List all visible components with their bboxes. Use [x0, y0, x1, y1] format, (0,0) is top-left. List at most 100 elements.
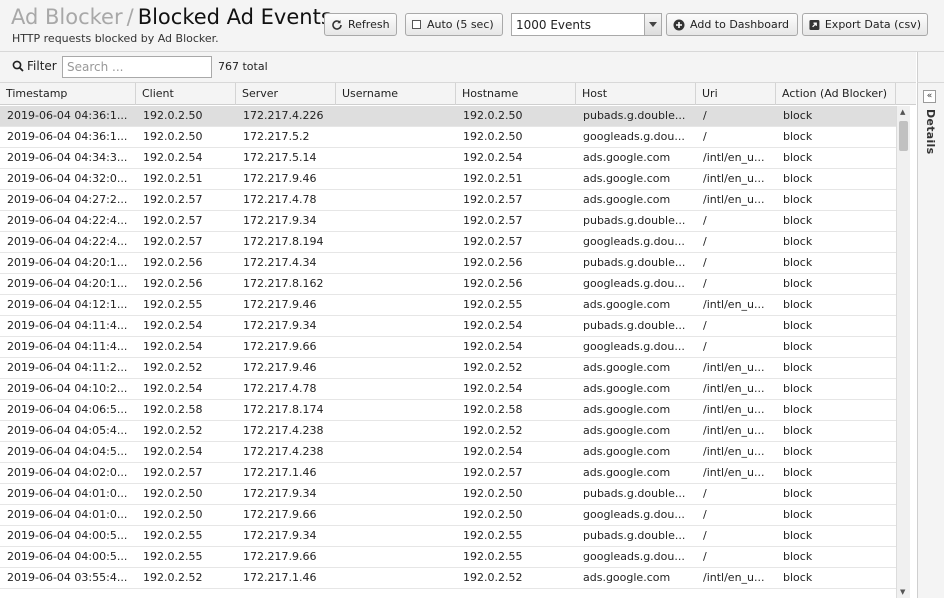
- cell-hostname: 192.0.2.54: [463, 382, 523, 395]
- export-csv-button[interactable]: Export Data (csv): [802, 13, 928, 36]
- table-row[interactable]: 2019-06-04 04:11:4... 192.0.2.54 172.217.9…: [0, 337, 896, 358]
- cell-timestamp: 2019-06-04 04:12:1...: [7, 298, 128, 311]
- scroll-up-icon[interactable]: ▲: [900, 108, 905, 116]
- table-row[interactable]: 2019-06-04 04:12:1... 192.0.2.55 172.217.9…: [0, 295, 896, 316]
- cell-host: pubads.g.double...: [583, 109, 686, 122]
- column-header-uri[interactable]: Uri: [696, 83, 776, 105]
- column-header-timestamp[interactable]: Timestamp: [0, 83, 136, 105]
- table-row[interactable]: 2019-06-04 04:36:1... 192.0.2.50 172.217.5…: [0, 127, 896, 148]
- cell-username: [336, 316, 456, 336]
- cell-uri: /: [703, 319, 707, 332]
- cell-hostname: 192.0.2.57: [463, 235, 523, 248]
- cell-client: 192.0.2.54: [143, 445, 203, 458]
- table-row[interactable]: 2019-06-04 04:01:0... 192.0.2.50 172.217.9…: [0, 505, 896, 526]
- grid-body: 2019-06-04 04:36:1... 192.0.2.50 172.217.4…: [0, 106, 896, 598]
- table-row[interactable]: 2019-06-04 04:11:2... 192.0.2.52 172.217.9…: [0, 358, 896, 379]
- table-row[interactable]: 2019-06-04 04:01:0... 192.0.2.50 172.217.9…: [0, 484, 896, 505]
- cell-hostname: 192.0.2.57: [463, 466, 523, 479]
- cell-timestamp: 2019-06-04 04:22:4...: [7, 214, 128, 227]
- column-header-username[interactable]: Username: [336, 83, 456, 105]
- breadcrumb-ad-blocker[interactable]: Ad Blocker: [11, 5, 123, 29]
- event-count-select[interactable]: 1000 Events: [511, 13, 662, 36]
- cell-action: block: [783, 424, 813, 437]
- cell-timestamp: 2019-06-04 04:22:4...: [7, 235, 128, 248]
- scroll-down-icon[interactable]: ▼: [900, 588, 905, 596]
- cell-hostname: 192.0.2.56: [463, 256, 523, 269]
- cell-hostname: 192.0.2.57: [463, 214, 523, 227]
- cell-username: [336, 190, 456, 210]
- table-row[interactable]: 2019-06-04 04:34:3... 192.0.2.54 172.217.5…: [0, 148, 896, 169]
- table-row[interactable]: 2019-06-04 04:20:1... 192.0.2.56 172.217.4…: [0, 253, 896, 274]
- column-header-client[interactable]: Client: [136, 83, 236, 105]
- chevron-down-icon[interactable]: [644, 14, 661, 35]
- cell-timestamp: 2019-06-04 04:00:5...: [7, 550, 128, 563]
- cell-host: pubads.g.double...: [583, 487, 686, 500]
- table-row[interactable]: 2019-06-04 04:04:5... 192.0.2.54 172.217.4…: [0, 442, 896, 463]
- cell-uri: /intl/en_u...: [703, 151, 765, 164]
- double-chevron-left-icon[interactable]: «: [923, 90, 936, 103]
- cell-username: [336, 148, 456, 168]
- cell-uri: /intl/en_u...: [703, 466, 765, 479]
- table-row[interactable]: 2019-06-04 04:27:2... 192.0.2.57 172.217.4…: [0, 190, 896, 211]
- table-row[interactable]: 2019-06-04 04:36:1... 192.0.2.50 172.217.4…: [0, 106, 896, 127]
- cell-host: ads.google.com: [583, 193, 671, 206]
- auto-refresh-label: Auto (5 sec): [427, 18, 494, 31]
- cell-username: [336, 400, 456, 420]
- cell-uri: /intl/en_u...: [703, 298, 765, 311]
- cell-server: 172.217.9.46: [243, 298, 317, 311]
- cell-username: [336, 337, 456, 357]
- cell-server: 172.217.9.34: [243, 319, 317, 332]
- refresh-button[interactable]: Refresh: [324, 13, 397, 36]
- column-header-hostname[interactable]: Hostname: [456, 83, 576, 105]
- cell-uri: /intl/en_u...: [703, 403, 765, 416]
- details-panel-label[interactable]: Details: [924, 109, 937, 154]
- refresh-button-label: Refresh: [348, 18, 390, 31]
- column-header-host[interactable]: Host: [576, 83, 696, 105]
- table-row[interactable]: 2019-06-04 04:05:4... 192.0.2.52 172.217.4…: [0, 421, 896, 442]
- cell-timestamp: 2019-06-04 04:36:1...: [7, 130, 128, 143]
- auto-refresh-toggle[interactable]: Auto (5 sec): [405, 13, 503, 36]
- cell-server: 172.217.9.34: [243, 214, 317, 227]
- cell-host: googleads.g.dou...: [583, 130, 685, 143]
- cell-uri: /intl/en_u...: [703, 424, 765, 437]
- scrollbar-thumb[interactable]: [899, 121, 908, 151]
- cell-host: googleads.g.dou...: [583, 235, 685, 248]
- table-row[interactable]: 2019-06-04 04:10:2... 192.0.2.54 172.217.4…: [0, 379, 896, 400]
- column-header-server[interactable]: Server: [236, 83, 336, 105]
- cell-timestamp: 2019-06-04 04:32:0...: [7, 172, 128, 185]
- cell-host: googleads.g.dou...: [583, 277, 685, 290]
- table-row[interactable]: 2019-06-04 03:55:4... 192.0.2.52 172.217.1…: [0, 568, 896, 589]
- cell-uri: /intl/en_u...: [703, 361, 765, 374]
- total-count: 767 total: [218, 60, 268, 73]
- cell-hostname: 192.0.2.52: [463, 424, 523, 437]
- table-row[interactable]: 2019-06-04 04:32:0... 192.0.2.51 172.217.9…: [0, 169, 896, 190]
- cell-action: block: [783, 361, 813, 374]
- cell-action: block: [783, 109, 813, 122]
- table-row[interactable]: 2019-06-04 04:22:4... 192.0.2.57 172.217.8…: [0, 232, 896, 253]
- cell-host: ads.google.com: [583, 466, 671, 479]
- cell-hostname: 192.0.2.54: [463, 340, 523, 353]
- cell-action: block: [783, 256, 813, 269]
- cell-timestamp: 2019-06-04 04:20:1...: [7, 256, 128, 269]
- table-row[interactable]: 2019-06-04 04:22:4... 192.0.2.57 172.217.9…: [0, 211, 896, 232]
- auto-refresh-checkbox[interactable]: [412, 20, 421, 29]
- table-row[interactable]: 2019-06-04 04:02:0... 192.0.2.57 172.217.1…: [0, 463, 896, 484]
- table-row[interactable]: 2019-06-04 04:00:5... 192.0.2.55 172.217.9…: [0, 547, 896, 568]
- table-row[interactable]: 2019-06-04 04:11:4... 192.0.2.54 172.217.9…: [0, 316, 896, 337]
- cell-server: 172.217.9.34: [243, 487, 317, 500]
- cell-username: [336, 442, 456, 462]
- vertical-scrollbar[interactable]: ▲ ▼: [896, 106, 910, 598]
- cell-host: ads.google.com: [583, 298, 671, 311]
- table-row[interactable]: 2019-06-04 04:06:5... 192.0.2.58 172.217.8…: [0, 400, 896, 421]
- column-header-action[interactable]: Action (Ad Blocker): [776, 83, 896, 105]
- cell-uri: /: [703, 235, 707, 248]
- event-count-value: 1000 Events: [516, 17, 591, 32]
- table-row[interactable]: 2019-06-04 04:20:1... 192.0.2.56 172.217.8…: [0, 274, 896, 295]
- cell-username: [336, 484, 456, 504]
- table-row[interactable]: 2019-06-04 04:00:5... 192.0.2.55 172.217.9…: [0, 526, 896, 547]
- search-input[interactable]: [62, 56, 212, 78]
- cell-server: 172.217.4.238: [243, 424, 324, 437]
- cell-client: 192.0.2.50: [143, 508, 203, 521]
- cell-action: block: [783, 550, 813, 563]
- add-to-dashboard-button[interactable]: Add to Dashboard: [666, 13, 798, 36]
